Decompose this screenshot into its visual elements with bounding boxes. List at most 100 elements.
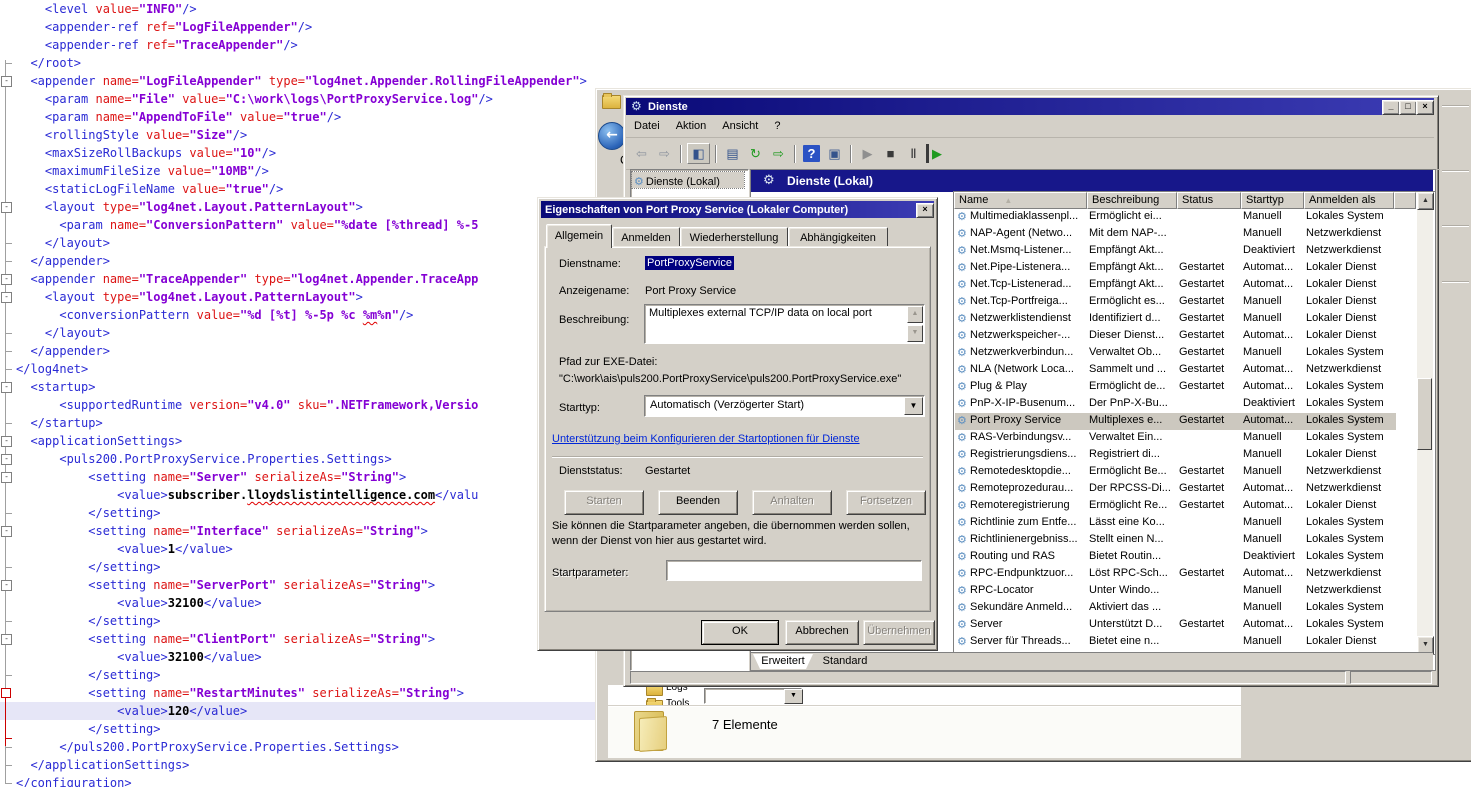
column-header-blank[interactable] xyxy=(1394,192,1416,209)
fold-collapse-icon[interactable]: - xyxy=(1,472,12,483)
fold-hook xyxy=(6,333,12,334)
fold-collapse-icon[interactable]: - xyxy=(1,580,12,591)
button-beenden[interactable]: Beenden xyxy=(658,490,738,515)
menu-help[interactable]: ? xyxy=(766,117,788,134)
forward-icon[interactable]: ⇨ xyxy=(654,144,675,163)
dropdown-icon[interactable]: ▼ xyxy=(784,689,803,704)
fold-collapse-icon[interactable]: - xyxy=(1,382,12,393)
service-row[interactable]: ⚙NAP-Agent (Netwo...Mit dem NAP-...Manue… xyxy=(955,226,1417,243)
tab-anmelden[interactable]: Anmelden xyxy=(612,227,680,248)
pause-service-icon[interactable]: Ⅱ xyxy=(903,144,924,163)
scrollbar[interactable]: ▲ ▼ xyxy=(1417,192,1433,652)
service-row[interactable]: ⚙RPC-Endpunktzuor...Löst RPC-Sch...Gesta… xyxy=(955,566,1417,583)
fold-collapse-icon[interactable]: - xyxy=(1,202,12,213)
column-header-beschreibung[interactable]: Beschreibung xyxy=(1087,192,1177,209)
service-row[interactable]: ⚙RemoteregistrierungErmöglicht Re...Gest… xyxy=(955,498,1417,515)
service-row[interactable]: ⚙RPC-LocatorUnter Windo...ManuellNetzwer… xyxy=(955,583,1417,600)
service-row[interactable]: ⚙NLA (Network Loca...Sammelt und ...Gest… xyxy=(955,362,1417,379)
description-textbox[interactable]: Multiplexes external TCP/IP data on loca… xyxy=(644,304,925,344)
restart-service-icon[interactable]: ▶ xyxy=(926,144,945,163)
service-row[interactable]: ⚙Netzwerkspeicher-...Dieser Dienst...Ges… xyxy=(955,328,1417,345)
code-token: <setting xyxy=(16,632,153,646)
fold-collapse-icon[interactable]: - xyxy=(1,436,12,447)
service-name-value[interactable]: PortProxyService xyxy=(645,256,734,270)
service-row[interactable]: ⚙Routing und RASBietet Routin...Deaktivi… xyxy=(955,549,1417,566)
service-row[interactable]: ⚙Registrierungsdiens...Registriert di...… xyxy=(955,447,1417,464)
view-tab-erweitert[interactable]: Erweitert xyxy=(753,654,813,669)
fold-collapse-icon[interactable]: - xyxy=(1,634,12,645)
tab-abhängigkeiten[interactable]: Abhängigkeiten xyxy=(788,227,888,248)
cell-name: Routing und RAS xyxy=(970,550,1087,562)
gear-icon: ⚙ xyxy=(957,533,967,546)
cell-logonas: Netzwerkdienst xyxy=(1306,244,1396,256)
dialog-titlebar[interactable]: Eigenschaften von Port Proxy Service (Lo… xyxy=(541,201,934,218)
back-icon[interactable]: ← xyxy=(598,122,626,150)
stop-service-icon[interactable]: ■ xyxy=(880,144,901,163)
scrollbar-thumb[interactable] xyxy=(1417,378,1432,450)
column-header-name[interactable]: Name▲ xyxy=(954,192,1087,209)
fold-collapse-icon[interactable]: - xyxy=(1,76,12,87)
tab-allgemein[interactable]: Allgemein xyxy=(546,224,612,248)
service-row[interactable]: ⚙Multimediaklassenpl...Ermöglicht ei...M… xyxy=(955,209,1417,226)
button-ok[interactable]: OK xyxy=(701,620,779,645)
code-token: /> xyxy=(182,2,196,16)
button-abbrechen[interactable]: Abbrechen xyxy=(785,620,859,645)
start-params-note-line1: Sie können die Startparameter angeben, d… xyxy=(552,520,910,532)
scroll-down-icon[interactable]: ▼ xyxy=(907,325,923,342)
start-type-combobox[interactable]: Automatisch (Verzögerter Start) ▼ xyxy=(644,395,925,417)
dropdown-icon[interactable]: ▼ xyxy=(904,397,923,415)
fold-collapse-icon[interactable]: - xyxy=(1,454,12,465)
column-header-anmeldenals[interactable]: Anmelden als xyxy=(1304,192,1394,209)
cell-name: Richtlinie zum Entfe... xyxy=(970,516,1087,528)
column-header-starttyp[interactable]: Starttyp xyxy=(1241,192,1304,209)
service-row[interactable]: ⚙NetzwerklistendienstIdentifiziert d...G… xyxy=(955,311,1417,328)
tree-item-dienste-lokal[interactable]: ⚙Dienste (Lokal) xyxy=(632,172,744,188)
refresh-icon[interactable]: ↻ xyxy=(745,144,766,163)
service-row[interactable]: ⚙Richtlinienergebniss...Stellt einen N..… xyxy=(955,532,1417,549)
start-service-icon[interactable]: ▶ xyxy=(857,144,878,163)
start-params-input[interactable] xyxy=(666,560,922,581)
service-row[interactable]: ⚙PnP-X-IP-Busenum...Der PnP-X-Bu...Deakt… xyxy=(955,396,1417,413)
service-row[interactable]: ⚙Port Proxy ServiceMultiplexes e...Gesta… xyxy=(955,413,1417,430)
service-row[interactable]: ⚙Plug & PlayErmöglicht de...GestartetAut… xyxy=(955,379,1417,396)
menu-ansicht[interactable]: Ansicht xyxy=(714,117,766,134)
scroll-up-icon[interactable]: ▲ xyxy=(907,306,923,323)
menu-datei[interactable]: Datei xyxy=(626,117,668,134)
service-row[interactable]: ⚙Net.Pipe-Listenera...Empfängt Akt...Ges… xyxy=(955,260,1417,277)
close-button[interactable]: × xyxy=(1416,100,1434,115)
service-row[interactable]: ⚙Remotedesktopdie...Ermöglicht Be...Gest… xyxy=(955,464,1417,481)
fold-collapse-icon[interactable]: - xyxy=(1,274,12,285)
properties-icon[interactable]: ▤ xyxy=(722,144,743,163)
service-row[interactable]: ⚙Server für Threads...Bietet eine n...Ma… xyxy=(955,634,1417,651)
service-row[interactable]: ⚙RAS-Verbindungsv...Verwaltet Ein...Manu… xyxy=(955,430,1417,447)
services-titlebar[interactable]: ⚙ Dienste _□× xyxy=(626,98,1434,115)
service-row[interactable]: ⚙ServerUnterstützt D...GestartetAutomat.… xyxy=(955,617,1417,634)
show-window-icon[interactable]: ▣ xyxy=(824,144,845,163)
service-row[interactable]: ⚙Sekundäre Anmeld...Aktiviert das ...Man… xyxy=(955,600,1417,617)
back-icon[interactable]: ⇦ xyxy=(631,144,652,163)
menu-aktion[interactable]: Aktion xyxy=(668,117,715,134)
help-icon[interactable]: ? xyxy=(803,145,820,162)
fold-collapse-icon[interactable]: - xyxy=(1,292,12,303)
fold-collapse-icon[interactable]: - xyxy=(1,526,12,537)
service-row[interactable]: ⚙Net.Tcp-Portfreiga...Ermöglicht es...Ge… xyxy=(955,294,1417,311)
service-row[interactable]: ⚙Net.Msmq-Listener...Empfängt Akt...Deak… xyxy=(955,243,1417,260)
code-token: serializeAs= xyxy=(283,632,370,646)
tab-wiederherstellung[interactable]: Wiederherstellung xyxy=(680,227,788,248)
close-icon[interactable]: × xyxy=(916,203,934,218)
export-list-icon[interactable]: ⇨ xyxy=(768,144,789,163)
service-row[interactable]: ⚙Netzwerkverbindun...Verwaltet Ob...Gest… xyxy=(955,345,1417,362)
maximize-button[interactable]: □ xyxy=(1399,100,1417,115)
fold-range-highlight xyxy=(5,738,12,739)
code-token: "RestartMinutes" xyxy=(189,686,305,700)
service-row[interactable]: ⚙Net.Tcp-Listenerad...Empfängt Akt...Ges… xyxy=(955,277,1417,294)
service-row[interactable]: ⚙Remoteprozedurau...Der RPCSS-Di...Gesta… xyxy=(955,481,1417,498)
show-console-tree-icon[interactable]: ◧ xyxy=(687,143,710,164)
minimize-button[interactable]: _ xyxy=(1382,100,1400,115)
view-tab-standard[interactable]: Standard xyxy=(815,654,875,669)
cell-name: Multimediaklassenpl... xyxy=(970,210,1087,222)
startoptions-help-link[interactable]: Unterstützung beim Konfigurieren der Sta… xyxy=(552,433,860,445)
column-header-status[interactable]: Status xyxy=(1177,192,1241,209)
scroll-up-icon[interactable]: ▲ xyxy=(1417,192,1434,210)
service-row[interactable]: ⚙Richtlinie zum Entfe...Lässt eine Ko...… xyxy=(955,515,1417,532)
